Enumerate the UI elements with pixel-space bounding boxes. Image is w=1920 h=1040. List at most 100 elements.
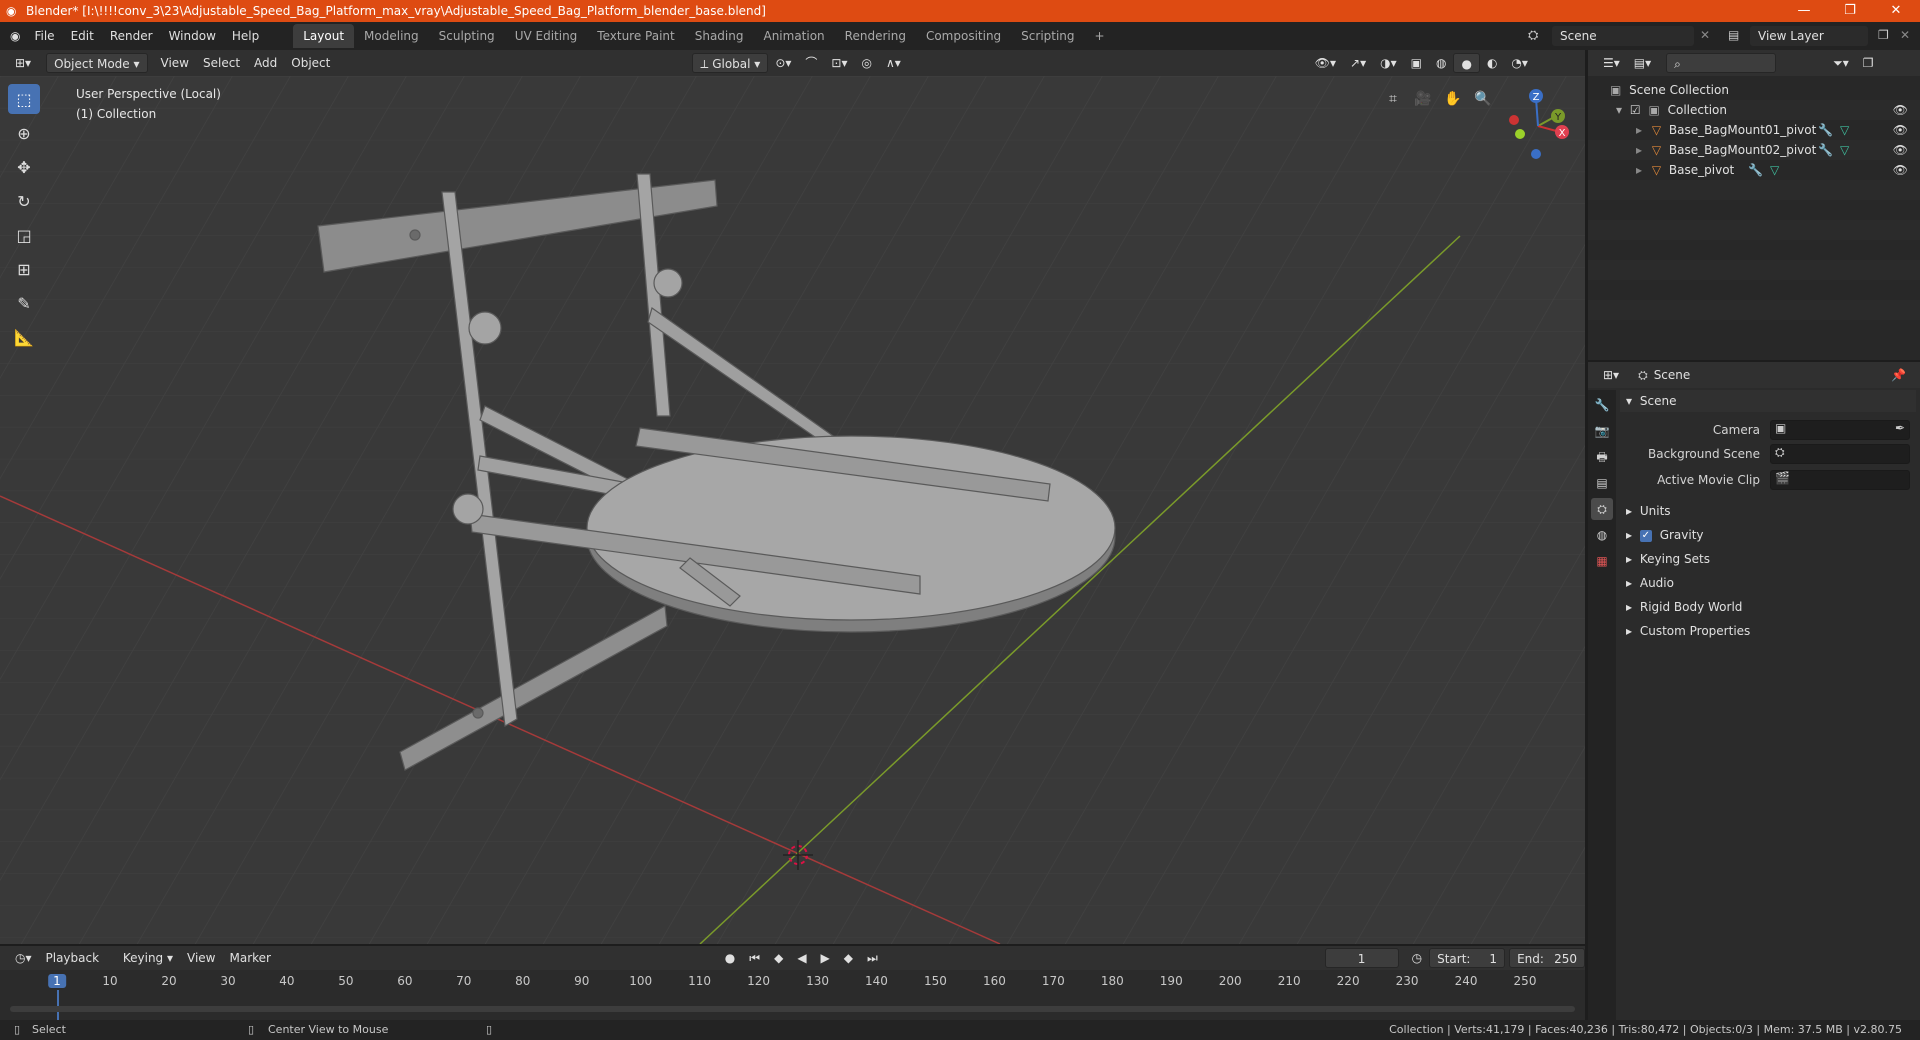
keying-menu[interactable]: Keying ▾ bbox=[116, 948, 180, 968]
properties-editor-type-icon[interactable]: ⊞▾ bbox=[1596, 365, 1626, 385]
mesh-data-icon[interactable]: ▽ bbox=[1770, 160, 1779, 180]
tab-rendering[interactable]: Rendering bbox=[835, 24, 916, 48]
proportional-edit-icon[interactable]: ◎ bbox=[854, 53, 878, 73]
close-scene-icon[interactable]: ✕ bbox=[1700, 28, 1710, 42]
expand-arrow-icon[interactable]: ▸ bbox=[1636, 163, 1642, 177]
tab-scripting[interactable]: Scripting bbox=[1011, 24, 1084, 48]
modifier-wrench-icon[interactable]: 🔧 bbox=[1818, 120, 1833, 140]
gravity-panel-header[interactable]: ▸ ✓ Gravity bbox=[1620, 524, 1916, 546]
marker-menu[interactable]: Marker bbox=[222, 948, 277, 968]
modifier-wrench-icon[interactable]: 🔧 bbox=[1748, 160, 1763, 180]
filter-icon[interactable]: ⏷▾ bbox=[1826, 53, 1856, 73]
scene-panel-header[interactable]: ▾ Scene bbox=[1620, 390, 1916, 412]
timeline-view-menu[interactable]: View bbox=[180, 948, 222, 968]
tool-tab-icon[interactable]: 🔧 bbox=[1591, 394, 1613, 416]
jump-end-icon[interactable]: ⏭ bbox=[860, 948, 885, 968]
gizmo-neg-y-icon[interactable] bbox=[1515, 129, 1525, 139]
play-icon[interactable]: ▶ bbox=[814, 948, 837, 968]
shading-rendered-icon[interactable]: ◔▾ bbox=[1504, 53, 1535, 73]
display-mode-icon[interactable]: ▤▾ bbox=[1627, 53, 1658, 73]
mesh-data-icon[interactable]: ▽ bbox=[1840, 140, 1849, 160]
playhead[interactable] bbox=[57, 990, 59, 1020]
snap-icon[interactable]: ⌒ bbox=[798, 53, 824, 73]
visibility-icon[interactable]: 👁▾ bbox=[1308, 53, 1343, 73]
gizmo-toggle-icon[interactable]: ↗▾ bbox=[1343, 53, 1373, 73]
new-collection-icon[interactable]: ❐ bbox=[1856, 53, 1881, 73]
tab-modeling[interactable]: Modeling bbox=[354, 24, 429, 48]
outliner-row-object[interactable]: ▸ ▽ Base_BagMount02_pivot 🔧 ▽ 👁 bbox=[1588, 140, 1920, 160]
tab-sculpting[interactable]: Sculpting bbox=[429, 24, 505, 48]
play-reverse-icon[interactable]: ◀ bbox=[790, 948, 813, 968]
modifier-wrench-icon[interactable]: 🔧 bbox=[1818, 140, 1833, 160]
outliner-row-object[interactable]: ▸ ▽ Base_pivot 🔧 ▽ 👁 bbox=[1588, 160, 1920, 180]
texture-tab-icon[interactable]: ▦ bbox=[1591, 550, 1613, 572]
scene-tab-icon[interactable]: ⛭ bbox=[1591, 498, 1613, 520]
preview-range-icon[interactable]: ◷ bbox=[1405, 948, 1429, 968]
visibility-eye-icon[interactable]: 👁 bbox=[1893, 140, 1908, 160]
zoom-view-icon[interactable]: 🔍 bbox=[1470, 86, 1496, 112]
transform-orientation-dropdown[interactable]: ⟂ Global ▾ bbox=[692, 53, 769, 73]
annotate-tool-icon[interactable]: ✎ bbox=[8, 288, 40, 318]
new-view-layer-icon[interactable]: ❐ bbox=[1878, 28, 1889, 42]
audio-panel-header[interactable]: ▸ Audio bbox=[1620, 572, 1916, 594]
menu-file[interactable]: File bbox=[26, 25, 62, 47]
gizmo-neg-z-icon[interactable] bbox=[1531, 149, 1541, 159]
maximize-button[interactable]: ❐ bbox=[1830, 0, 1870, 22]
current-frame-marker[interactable]: 1 bbox=[48, 974, 66, 988]
background-scene-field[interactable]: ⛭ bbox=[1770, 444, 1910, 464]
visibility-eye-icon[interactable]: 👁 bbox=[1893, 160, 1908, 180]
world-tab-icon[interactable]: ◍ bbox=[1591, 524, 1613, 546]
editor-type-icon[interactable]: ⊞▾ bbox=[8, 53, 38, 73]
prev-keyframe-icon[interactable]: ◆ bbox=[767, 948, 790, 968]
3d-viewport[interactable] bbox=[0, 76, 1585, 944]
eyedropper-icon[interactable]: ✒ bbox=[1895, 421, 1905, 435]
close-button[interactable]: ✕ bbox=[1876, 0, 1916, 22]
view-layer-selector[interactable]: View Layer bbox=[1750, 26, 1868, 46]
tab-shading[interactable]: Shading bbox=[685, 24, 754, 48]
falloff-icon[interactable]: ∧▾ bbox=[879, 53, 908, 73]
mesh-data-icon[interactable]: ▽ bbox=[1840, 120, 1849, 140]
outliner-editor-type-icon[interactable]: ☰▾ bbox=[1596, 53, 1627, 73]
active-movie-clip-field[interactable]: 🎬 bbox=[1770, 470, 1910, 490]
overlay-toggle-icon[interactable]: ◑▾ bbox=[1373, 53, 1404, 73]
camera-field[interactable]: ▣ ✒ bbox=[1770, 420, 1910, 440]
expand-arrow-icon[interactable]: ▾ bbox=[1616, 103, 1622, 117]
shading-solid-icon[interactable]: ● bbox=[1453, 53, 1480, 73]
playback-menu[interactable]: Playback ▾ bbox=[39, 948, 116, 985]
rigid-body-world-panel-header[interactable]: ▸ Rigid Body World bbox=[1620, 596, 1916, 618]
tab-compositing[interactable]: Compositing bbox=[916, 24, 1011, 48]
blender-menu-icon[interactable]: ◉ bbox=[0, 25, 26, 47]
move-tool-icon[interactable]: ✥ bbox=[8, 152, 40, 182]
record-icon[interactable]: ● bbox=[718, 948, 742, 968]
start-frame-field[interactable]: Start: 1 bbox=[1429, 948, 1506, 968]
units-panel-header[interactable]: ▸ Units bbox=[1620, 500, 1916, 522]
current-frame-field[interactable]: 1 bbox=[1324, 948, 1399, 968]
menu-edit[interactable]: Edit bbox=[63, 25, 102, 47]
menu-window[interactable]: Window bbox=[161, 25, 224, 47]
viewport-menu-view[interactable]: View bbox=[154, 53, 196, 73]
scene-selector[interactable]: Scene bbox=[1552, 26, 1694, 46]
pivot-point-icon[interactable]: ⊙▾ bbox=[768, 53, 798, 73]
outliner-row-object[interactable]: ▸ ▽ Base_BagMount01_pivot 🔧 ▽ 👁 bbox=[1588, 120, 1920, 140]
shading-material-icon[interactable]: ◐ bbox=[1480, 53, 1504, 73]
cursor-tool-icon[interactable]: ⊕ bbox=[8, 118, 40, 148]
viewport-menu-object[interactable]: Object bbox=[284, 53, 337, 73]
next-keyframe-icon[interactable]: ◆ bbox=[837, 948, 860, 968]
jump-start-icon[interactable]: ⏮ bbox=[742, 948, 767, 968]
tab-texture-paint[interactable]: Texture Paint bbox=[587, 24, 684, 48]
tab-layout[interactable]: Layout bbox=[293, 24, 355, 48]
tab-animation[interactable]: Animation bbox=[753, 24, 834, 48]
camera-view-icon[interactable]: 🎥 bbox=[1410, 86, 1436, 112]
outliner-row-collection[interactable]: ▾ ☑ ▣ Collection 👁 bbox=[1588, 100, 1920, 120]
minimize-button[interactable]: — bbox=[1784, 0, 1824, 22]
expand-arrow-icon[interactable]: ▸ bbox=[1636, 123, 1642, 137]
gravity-checkbox[interactable]: ✓ bbox=[1639, 529, 1652, 542]
timeline-scrollbar[interactable] bbox=[10, 1006, 1575, 1012]
select-box-tool-icon[interactable]: ⬚ bbox=[8, 84, 40, 114]
custom-properties-panel-header[interactable]: ▸ Custom Properties bbox=[1620, 620, 1916, 642]
menu-render[interactable]: Render bbox=[102, 25, 161, 47]
keying-sets-panel-header[interactable]: ▸ Keying Sets bbox=[1620, 548, 1916, 570]
remove-view-layer-icon[interactable]: ✕ bbox=[1900, 28, 1910, 42]
menu-help[interactable]: Help bbox=[224, 25, 267, 47]
navigation-gizmo[interactable]: Z Y X bbox=[1500, 84, 1580, 164]
